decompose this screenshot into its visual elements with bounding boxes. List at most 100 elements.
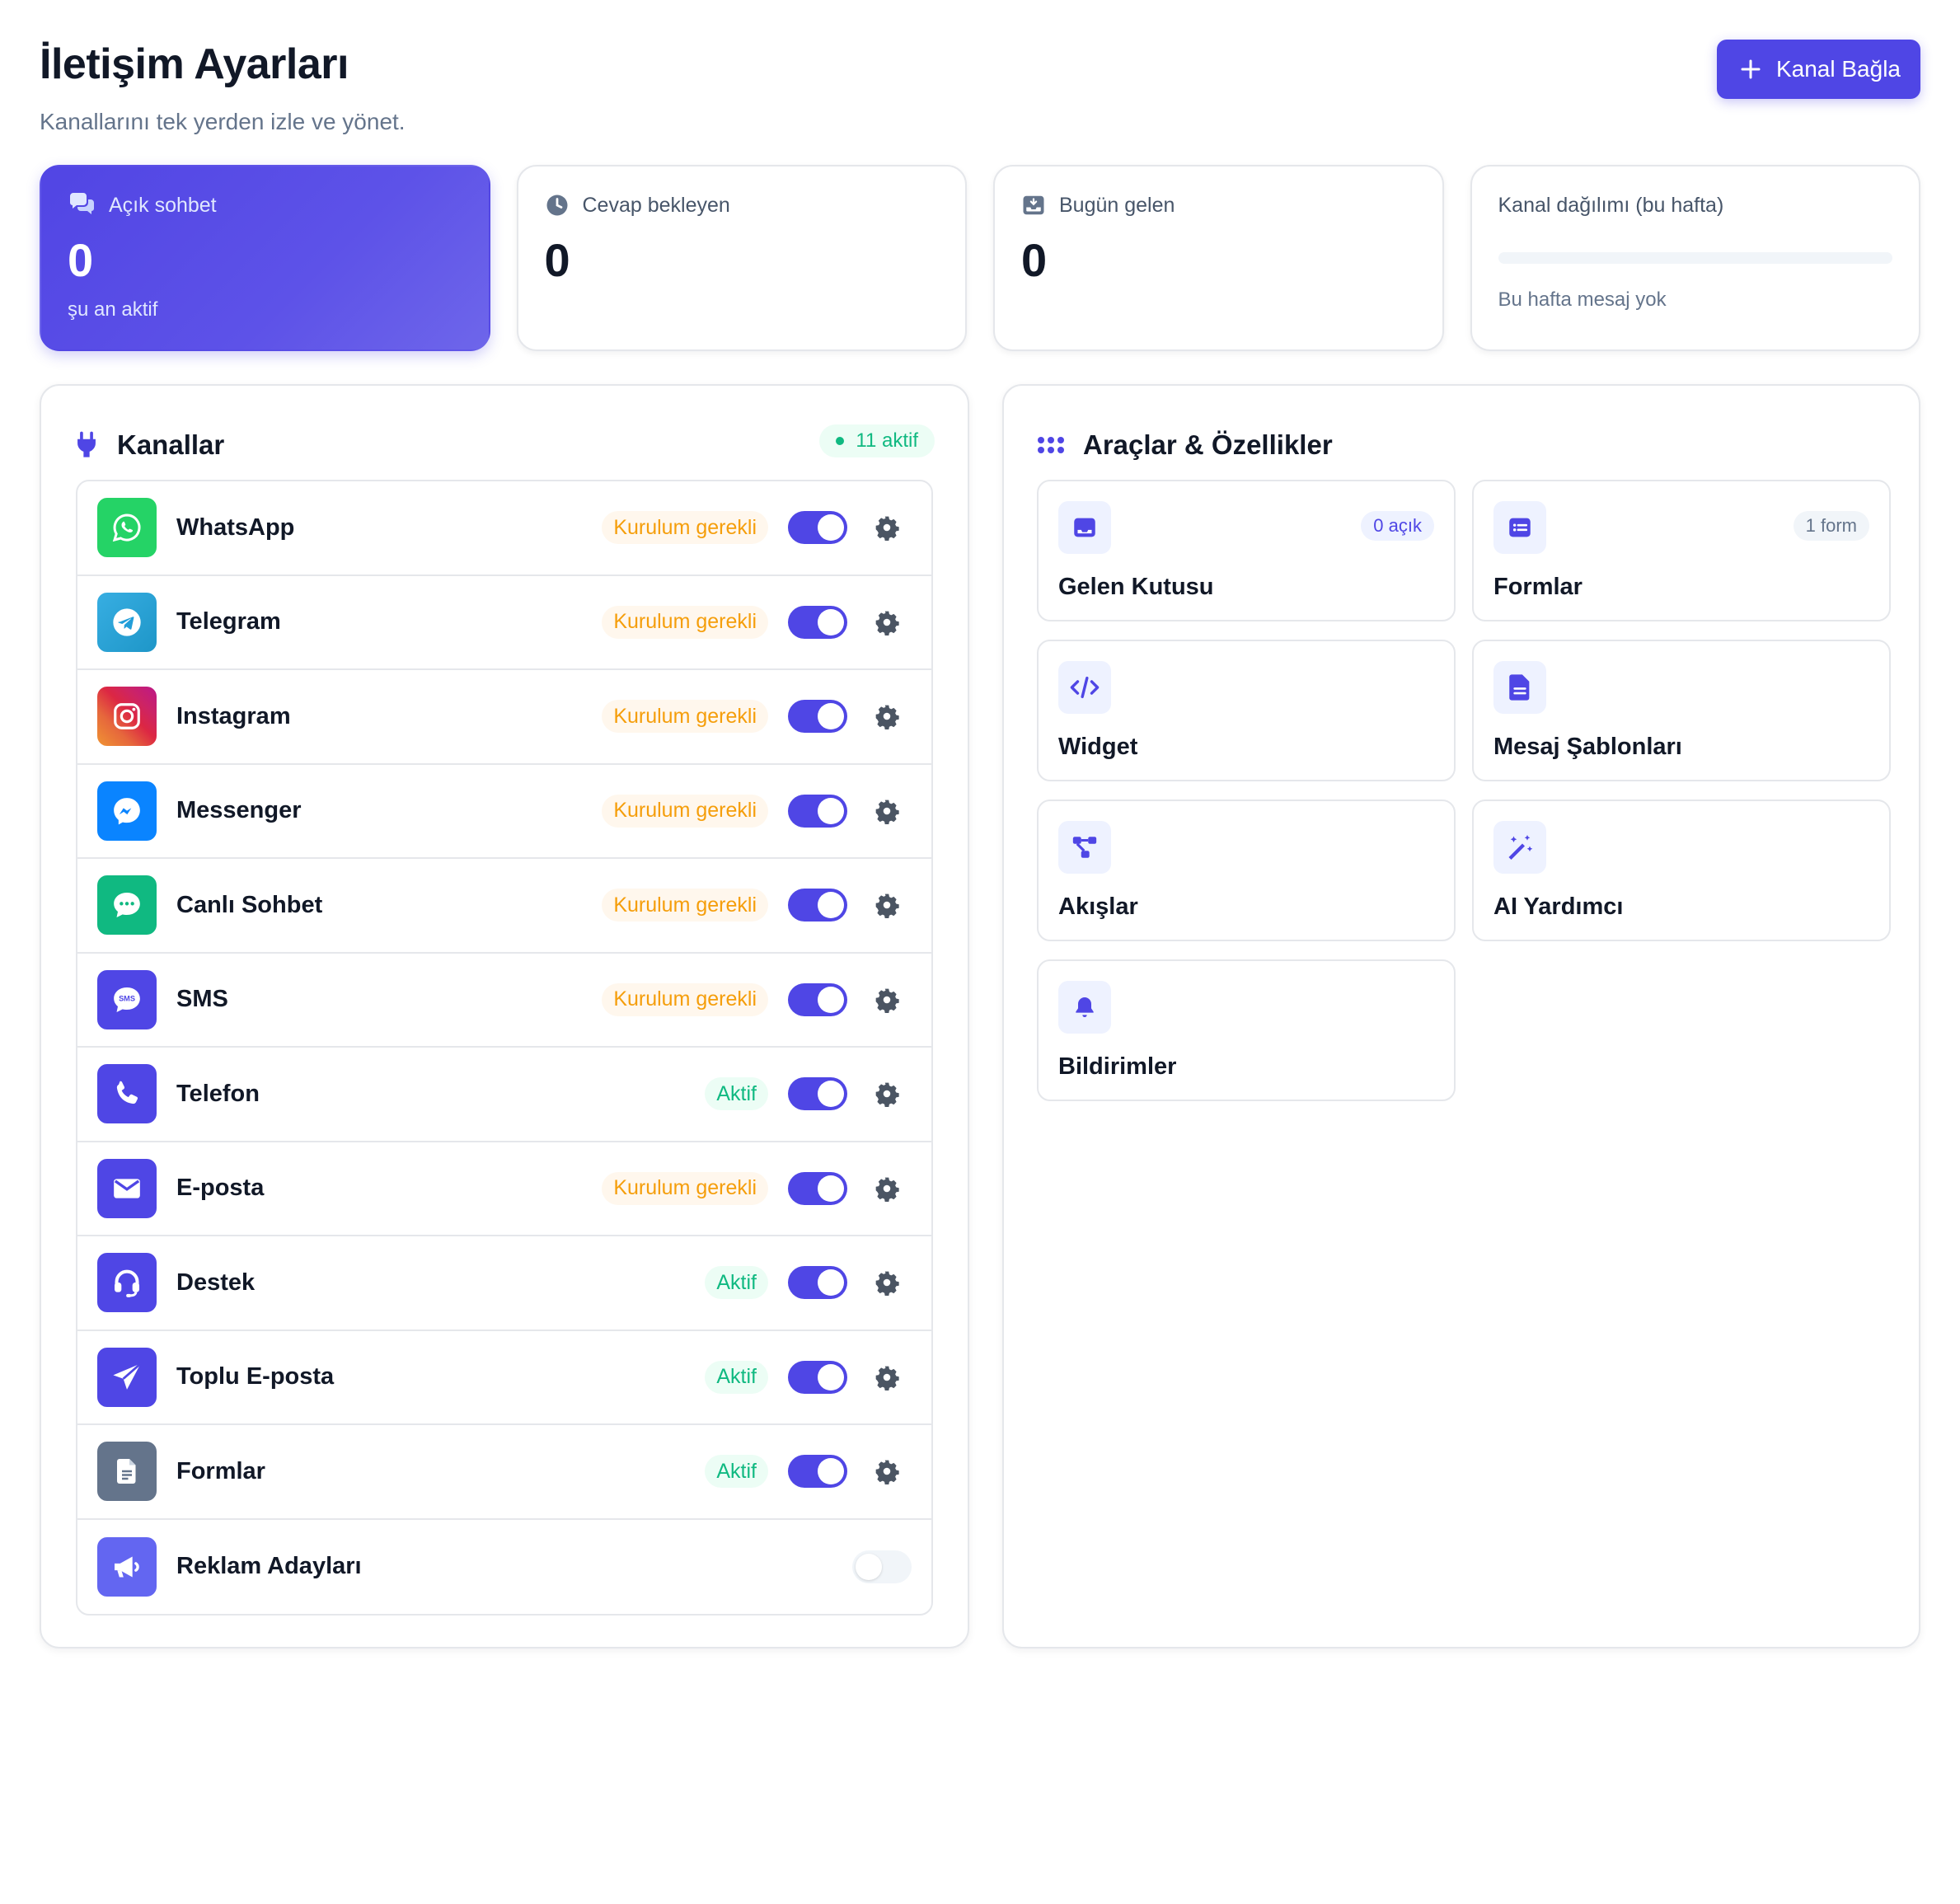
channel-row-bulk-email[interactable]: Toplu E-posta Aktif xyxy=(77,1331,931,1425)
channel-name: Toplu E-posta xyxy=(176,1363,335,1390)
channel-name: Canlı Sohbet xyxy=(176,891,323,918)
status-badge: Kurulum gerekli xyxy=(602,794,768,828)
tools-panel: Araçlar & Özellikler Gelen Kutusu 0 açık… xyxy=(1002,384,1920,1648)
tool-card-ai-assistant[interactable]: AI Yardımcı xyxy=(1472,800,1891,941)
channel-row-instagram[interactable]: Instagram Kurulum gerekli xyxy=(77,670,931,765)
status-badge: Kurulum gerekli xyxy=(602,605,768,639)
code-icon xyxy=(1058,661,1111,714)
channel-row-forms[interactable]: Formlar Aktif xyxy=(77,1425,931,1520)
stat-distribution-label: Kanal dağılımı (bu hafta) xyxy=(1498,193,1724,217)
page-subtitle: Kanallarını tek yerden izle ve yönet. xyxy=(40,109,406,134)
tool-card-forms[interactable]: Formlar 1 form xyxy=(1472,480,1891,621)
channel-name: Destek xyxy=(176,1269,256,1296)
channel-toggle[interactable] xyxy=(788,1171,847,1205)
gear-icon[interactable] xyxy=(874,1458,900,1485)
status-badge: Kurulum gerekli xyxy=(602,1171,768,1205)
channel-toggle[interactable] xyxy=(852,1550,912,1583)
tools-grid: Gelen Kutusu 0 açık Formlar 1 form Widge… xyxy=(1037,480,1891,1101)
status-badge: Aktif xyxy=(705,1266,768,1300)
channels-title: Kanallar xyxy=(117,429,225,460)
channel-list: WhatsApp Kurulum gerekli Telegram Kurulu… xyxy=(76,480,933,1616)
channel-toggle[interactable] xyxy=(788,982,847,1016)
gear-icon[interactable] xyxy=(874,609,900,635)
tool-badge: 1 form xyxy=(1793,511,1869,541)
status-badge: Kurulum gerekli xyxy=(602,889,768,922)
tool-card-flows[interactable]: Akışlar xyxy=(1037,800,1456,941)
channel-row-lead-ads[interactable]: Reklam Adayları xyxy=(77,1520,931,1615)
stat-awaiting-reply-value: 0 xyxy=(544,234,570,286)
svg-text:SMS: SMS xyxy=(119,994,135,1002)
envelope-icon xyxy=(97,1158,157,1218)
tool-badge: 0 açık xyxy=(1361,511,1434,541)
channel-toggle[interactable] xyxy=(788,1455,847,1489)
gear-icon[interactable] xyxy=(874,1081,900,1108)
distribution-empty-text: Bu hafta mesaj yok xyxy=(1498,288,1667,311)
gear-icon[interactable] xyxy=(874,987,900,1013)
gear-icon[interactable] xyxy=(874,798,900,824)
channel-row-email[interactable]: E-posta Kurulum gerekli xyxy=(77,1142,931,1236)
megaphone-icon xyxy=(97,1536,157,1597)
clock-icon xyxy=(545,193,570,218)
channel-toggle[interactable] xyxy=(788,1077,847,1111)
gear-icon[interactable] xyxy=(874,1364,900,1390)
channels-panel: Kanallar 11 aktif WhatsApp Kurulum gerek… xyxy=(40,384,969,1648)
channel-name: E-posta xyxy=(176,1175,265,1202)
gear-icon[interactable] xyxy=(874,703,900,730)
tool-card-inbox[interactable]: Gelen Kutusu 0 açık xyxy=(1037,480,1456,621)
channel-row-whatsapp[interactable]: WhatsApp Kurulum gerekli xyxy=(77,481,931,576)
tool-card-message-templates[interactable]: Mesaj Şablonları xyxy=(1472,640,1891,781)
inbox-icon xyxy=(1058,501,1111,554)
stat-open-chats-sub: şu an aktif xyxy=(68,298,158,321)
active-count-label: 11 aktif xyxy=(856,429,918,452)
connect-channel-button[interactable]: Kanal Bağla xyxy=(1716,40,1920,99)
magic-wand-icon xyxy=(1493,821,1546,874)
active-count-badge: 11 aktif xyxy=(819,424,935,457)
channel-name: SMS xyxy=(176,986,228,1013)
channel-toggle[interactable] xyxy=(788,1360,847,1394)
channel-toggle[interactable] xyxy=(788,1266,847,1300)
plus-icon xyxy=(1738,57,1763,82)
distribution-bar xyxy=(1498,252,1892,264)
channel-row-telegram[interactable]: Telegram Kurulum gerekli xyxy=(77,576,931,670)
bell-icon xyxy=(1058,981,1111,1034)
channel-row-support[interactable]: Destek Aktif xyxy=(77,1236,931,1331)
channel-row-messenger[interactable]: Messenger Kurulum gerekli xyxy=(77,765,931,859)
file-text-icon xyxy=(1493,661,1546,714)
tool-card-widget[interactable]: Widget xyxy=(1037,640,1456,781)
gear-icon[interactable] xyxy=(874,1175,900,1202)
document-icon xyxy=(97,1442,157,1502)
telegram-icon xyxy=(97,592,157,652)
phone-icon xyxy=(97,1064,157,1124)
channel-name: Telefon xyxy=(176,1080,260,1107)
tool-name: AI Yardımcı xyxy=(1493,893,1624,920)
status-badge: Kurulum gerekli xyxy=(602,700,768,734)
channel-row-live-chat[interactable]: Canlı Sohbet Kurulum gerekli xyxy=(77,859,931,954)
status-badge: Aktif xyxy=(705,1360,768,1394)
gear-icon[interactable] xyxy=(874,892,900,919)
status-badge: Kurulum gerekli xyxy=(602,982,768,1016)
channel-toggle[interactable] xyxy=(788,700,847,734)
sms-icon: SMS xyxy=(97,969,157,1029)
channel-toggle[interactable] xyxy=(788,794,847,828)
channel-toggle[interactable] xyxy=(788,889,847,922)
channel-toggle[interactable] xyxy=(788,605,847,639)
form-list-icon xyxy=(1493,501,1546,554)
messenger-icon xyxy=(97,781,157,841)
channel-toggle[interactable] xyxy=(788,511,847,545)
status-badge: Kurulum gerekli xyxy=(602,511,768,545)
live-chat-icon xyxy=(97,875,157,936)
tool-card-notifications[interactable]: Bildirimler xyxy=(1037,959,1456,1101)
gear-icon[interactable] xyxy=(874,1269,900,1297)
paper-plane-icon xyxy=(97,1347,157,1407)
stats-row: Açık sohbet 0 şu an aktif Cevap bekleyen… xyxy=(40,165,1920,351)
tool-name: Formlar xyxy=(1493,574,1583,600)
channel-row-sms[interactable]: SMS SMS Kurulum gerekli xyxy=(77,954,931,1048)
stat-open-chats: Açık sohbet 0 şu an aktif xyxy=(40,165,490,351)
stat-channel-distribution: Kanal dağılımı (bu hafta) Bu hafta mesaj… xyxy=(1470,165,1920,351)
channel-row-phone[interactable]: Telefon Aktif xyxy=(77,1048,931,1142)
stat-today-incoming-value: 0 xyxy=(1021,234,1048,286)
gear-icon[interactable] xyxy=(874,514,900,542)
stat-open-chats-value: 0 xyxy=(68,234,94,286)
headset-icon xyxy=(97,1253,157,1313)
connect-channel-label: Kanal Bağla xyxy=(1775,56,1901,82)
